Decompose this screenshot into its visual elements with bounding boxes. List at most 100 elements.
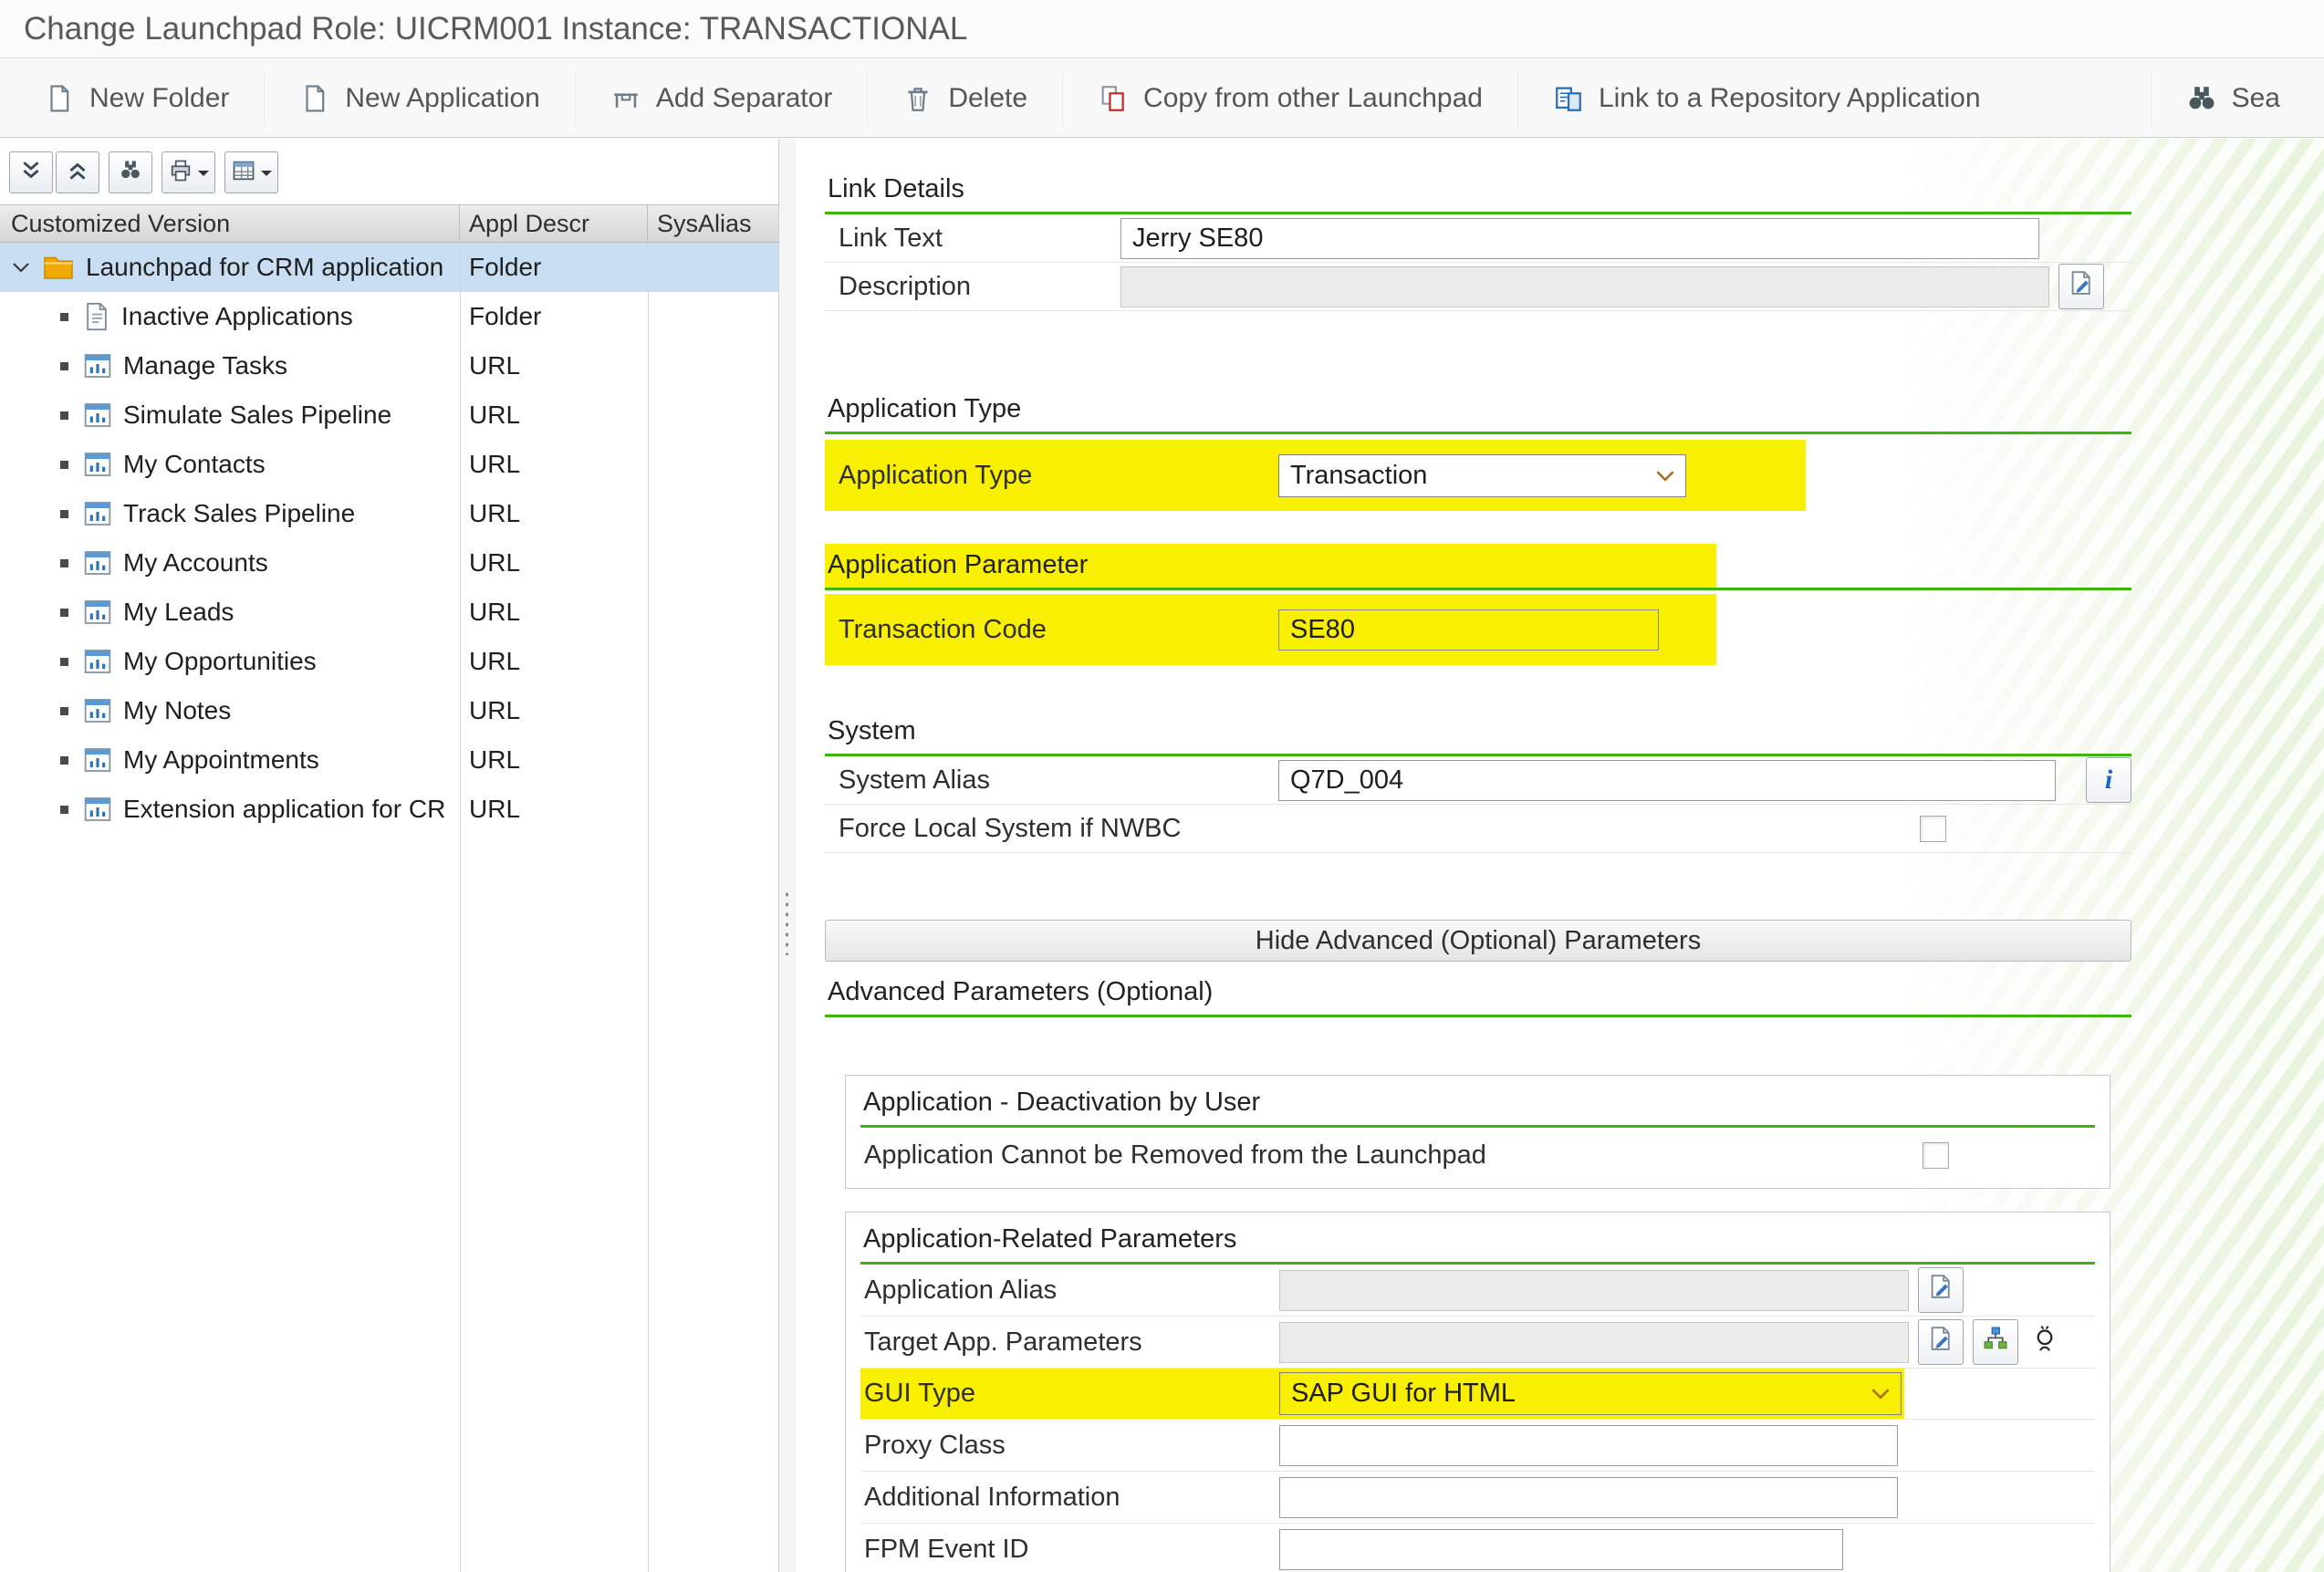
tree-row[interactable]: Launchpad for CRM application Folder [0,243,778,292]
tree-row[interactable]: My Notes URL [0,686,778,735]
transaction-code-input[interactable] [1278,609,1659,651]
additional-information-row: Additional Information [860,1472,2095,1524]
cannot-remove-checkbox[interactable] [1923,1141,1949,1169]
force-local-checkbox[interactable] [1920,815,1946,842]
tree-row[interactable]: Simulate Sales Pipeline URL [0,390,778,440]
page-title: Change Launchpad Role: UICRM001 Instance… [24,10,968,47]
layout-button[interactable] [224,151,278,193]
layout-icon [231,158,256,188]
bullet-icon [60,509,68,518]
additional-information-input[interactable] [1279,1476,1898,1518]
tree-row-label: Simulate Sales Pipeline [123,401,392,429]
transaction-code-label: Transaction Code [839,614,1047,644]
add-separator-button[interactable]: Add Separator [574,69,867,127]
cannot-remove-row: Application Cannot be Removed from the L… [860,1128,2095,1182]
system-alias-row: System Alias i [825,756,2131,805]
tree-row-type: Folder [469,253,542,281]
target-app-parameters-edit-button[interactable] [1918,1319,1964,1365]
search-button[interactable]: Sea [2150,69,2315,127]
tree-row-label: My Opportunities [123,647,317,675]
print-button[interactable] [162,151,215,193]
collapse-all-icon [19,159,43,187]
gui-type-label: GUI Type [864,1379,975,1408]
document-icon [83,302,110,331]
new-application-icon [299,83,330,114]
tree-column-header-customized-version[interactable]: Customized Version [0,205,460,242]
tree-row[interactable]: Manage Tasks URL [0,341,778,390]
application-icon [83,599,112,626]
section-title-deactivation: Application - Deactivation by User [860,1085,2095,1128]
tree-column-header-sysalias[interactable]: SysAlias [648,205,778,242]
description-input[interactable] [1120,265,2049,307]
gui-type-select[interactable]: SAP GUI for HTML [1279,1372,1902,1415]
proxy-class-input[interactable] [1279,1424,1898,1466]
fpm-event-id-input[interactable] [1279,1528,1843,1570]
description-edit-button[interactable] [2058,264,2104,309]
link-text-input[interactable] [1120,217,2039,259]
delete-button[interactable]: Delete [867,69,1062,127]
tree-row[interactable]: Track Sales Pipeline URL [0,489,778,538]
print-icon [168,158,193,188]
tree-row[interactable]: My Accounts URL [0,538,778,588]
tree-row[interactable]: My Appointments URL [0,735,778,785]
description-row: Description [825,263,2131,311]
bullet-icon [60,411,68,420]
gui-type-value: SAP GUI for HTML [1291,1379,1516,1408]
application-icon [83,549,112,577]
tree-row-type: URL [469,450,521,478]
new-folder-icon [44,83,75,114]
add-separator-icon [610,83,641,114]
system-alias-input[interactable] [1278,759,2056,801]
tree-row[interactable]: My Opportunities URL [0,637,778,686]
system-alias-info-button[interactable]: i [2086,757,2131,803]
deactivation-group-box: Application - Deactivation by User Appli… [845,1075,2110,1189]
tree-row[interactable]: My Contacts URL [0,440,778,489]
tree-row-label: My Accounts [123,548,268,577]
panel-splitter[interactable] [778,139,797,1572]
application-alias-input[interactable] [1279,1269,1909,1311]
tree-row[interactable]: Extension application for CR URL [0,785,778,834]
bullet-icon [60,460,68,469]
expand-all-icon [66,159,89,187]
search-icon [2186,83,2217,114]
application-icon [83,500,112,527]
section-title-application-type: Application Type [825,388,2131,434]
target-app-parameters-input[interactable] [1279,1321,1909,1363]
tree-row-label: My Contacts [123,450,266,478]
tree-row-type: URL [469,351,521,380]
application-alias-edit-button[interactable] [1918,1267,1964,1313]
new-folder-button[interactable]: New Folder [9,70,264,127]
application-icon [83,648,112,675]
gui-type-row: GUI Type SAP GUI for HTML [860,1369,2095,1420]
tree-row-type: URL [469,795,521,823]
info-icon: i [2104,765,2113,795]
application-type-value: Transaction [1290,460,1428,490]
value-help-button[interactable] [2031,1323,2058,1361]
link-text-row: Link Text [825,214,2131,263]
find-button[interactable] [109,151,152,193]
expand-toggle-icon[interactable] [0,262,42,274]
additional-information-label: Additional Information [864,1482,1120,1512]
collapse-all-button[interactable] [9,151,53,193]
tree-row[interactable]: Inactive Applications Folder [0,292,778,341]
copy-from-launchpad-label: Copy from other Launchpad [1143,82,1483,113]
application-alias-row: Application Alias [860,1265,2095,1317]
tree-column-header-appl-descr[interactable]: Appl Descr [460,205,648,242]
link-repository-button[interactable]: Link to a Repository Application [1516,69,2016,127]
tree-row-label: My Notes [123,696,232,724]
tree-row[interactable]: My Leads URL [0,588,778,637]
expand-all-button[interactable] [56,151,99,193]
bullet-icon [60,558,68,567]
new-application-button[interactable]: New Application [264,69,574,127]
bullet-icon [60,706,68,715]
application-type-select[interactable]: Transaction [1278,453,1686,497]
value-help-icon [2031,1323,2058,1361]
hide-advanced-parameters-button[interactable]: Hide Advanced (Optional) Parameters [825,920,2131,962]
application-alias-label: Application Alias [864,1275,1058,1305]
copy-from-launchpad-button[interactable]: Copy from other Launchpad [1062,69,1517,127]
tree-column-divider [460,243,461,1572]
proxy-class-label: Proxy Class [864,1430,1006,1460]
fpm-event-id-row: FPM Event ID [860,1524,2095,1572]
parameter-hierarchy-button[interactable] [1973,1319,2018,1365]
application-icon [83,401,112,429]
